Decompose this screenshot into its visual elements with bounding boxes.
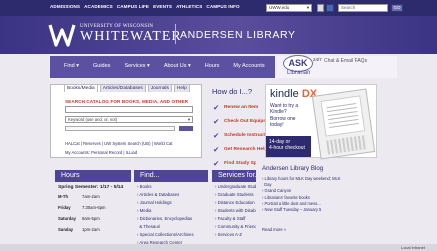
- find-item-articles[interactable]: › Articles & Databases: [137, 192, 194, 200]
- topnav-events[interactable]: EVENTS: [153, 4, 172, 9]
- nav-guides[interactable]: Guides: [93, 63, 110, 69]
- blog-item[interactable]: › New Stuff Tuesday – January 5: [262, 207, 341, 213]
- semester-label: Spring Semester: 1/17 - 5/14: [58, 185, 124, 190]
- hours-row: M-Th 7am-2am: [58, 194, 100, 199]
- kindle-keyboard: [326, 135, 368, 155]
- find-item-books[interactable]: › Books: [137, 184, 194, 192]
- catalog-tabs: Books/Media Articles/Databases Journals …: [64, 84, 190, 92]
- check-icon: ✔: [213, 158, 220, 168]
- tab-journals[interactable]: Journals: [147, 84, 172, 92]
- hours-row: Sunday 1pm-2am: [58, 227, 100, 232]
- search-input[interactable]: Search: [338, 4, 388, 12]
- ask-chat-links[interactable]: Chat & Email FAQs: [324, 58, 367, 64]
- catalog-search-input[interactable]: [65, 106, 193, 113]
- search-type-select[interactable]: Keyword (use and, or, not) ▼: [65, 116, 193, 123]
- chevron-down-icon: ▼: [187, 117, 191, 122]
- kindle-device-image: [311, 88, 376, 160]
- tab-books-media[interactable]: Books/Media: [64, 84, 98, 92]
- nav-services[interactable]: Services ▾: [124, 63, 149, 69]
- nav-find[interactable]: Find ▾: [64, 63, 79, 69]
- kindle-checkout-note: 14-day or 4-hour checkout: [266, 136, 311, 157]
- find-item-media[interactable]: › Media: [137, 208, 194, 216]
- kindle-screen: [320, 95, 366, 137]
- campus-select[interactable]: UWW.edu ▼: [266, 4, 312, 12]
- find-item-journals[interactable]: › Journal Holdings: [137, 200, 194, 208]
- nav-about-us[interactable]: About Us ▾: [164, 63, 191, 69]
- search-scope-library-button[interactable]: [326, 4, 334, 12]
- find-list: › Books › Articles & Databases › Journal…: [137, 184, 194, 248]
- campus-select-value: UWW.edu: [269, 5, 290, 10]
- my-accounts-links[interactable]: My Accounts: Personal Record | ILLiad: [65, 150, 137, 155]
- find-item-special-collections[interactable]: › Special Collections/Archives: [137, 232, 194, 240]
- catalog-submit-row: [65, 126, 193, 131]
- find-heading[interactable]: Find...: [134, 170, 208, 182]
- blog-title[interactable]: Andersen Library Blog: [262, 165, 323, 172]
- topnav-academics[interactable]: ACADEMICS: [84, 4, 113, 9]
- top-nav: ADMISSIONS ACADEMICS CAMPUS LIFE EVENTS …: [50, 4, 240, 9]
- hours-row: Saturday 9am-5pm: [58, 216, 100, 221]
- hours-row: Friday 7:30am-6pm: [58, 205, 106, 210]
- library-title[interactable]: ANDERSEN LIBRARY: [180, 29, 296, 41]
- nav-my-accounts[interactable]: My Accounts: [233, 63, 264, 69]
- check-icon: ✔: [213, 116, 220, 126]
- nav-hours[interactable]: Hours: [205, 63, 220, 69]
- ask-247: 24/7: [313, 57, 322, 62]
- topnav-campus-life[interactable]: CAMPUS LIFE: [117, 4, 149, 9]
- hours-heading[interactable]: Hours: [55, 170, 131, 182]
- chevron-down-icon: ▼: [306, 5, 310, 10]
- main-nav: Find ▾ Guides Services ▾ About Us ▾ Hour…: [50, 56, 275, 78]
- go-button[interactable]: GO: [391, 4, 403, 12]
- read-more-link[interactable]: Read more »: [262, 227, 286, 232]
- topnav-athletics[interactable]: ATHLETICS: [176, 4, 202, 9]
- check-icon: ✔: [213, 130, 220, 140]
- catalog-links[interactable]: HALCat | Reserves | UW System Search (UB…: [65, 141, 172, 146]
- catalog-extra-field[interactable]: [65, 126, 175, 131]
- kindle-text: Want to try a Kindle? Borrow one today!: [270, 103, 299, 129]
- hours-table: M-Th 7am-2am Friday 7:30am-6pm Saturday 9am…: [58, 194, 112, 238]
- kindle-logo: kindle DX: [270, 88, 318, 100]
- check-icon: ✔: [213, 102, 220, 112]
- uw-logo-icon[interactable]: [48, 22, 76, 48]
- blog-list: › Library hours for MLK Day weekend; MLK…: [262, 176, 341, 213]
- tab-help[interactable]: Help: [173, 84, 190, 92]
- catalog-search-label: SEARCH CATALOG FOR BOOKS, MEDIA, AND OTH…: [65, 99, 189, 104]
- catalog-search-button[interactable]: [179, 126, 193, 131]
- find-item-dictionaries[interactable]: › Dictionaries, Encyclopedias: [137, 216, 194, 224]
- howdoi-title: How do I...?: [212, 87, 253, 96]
- ask-librarian-label: Librarian: [287, 70, 311, 76]
- find-item-thesauri[interactable]: & Thesauri: [137, 224, 194, 232]
- status-zone: Local intranet: [400, 245, 425, 250]
- page: ADMISSIONS ACADEMICS CAMPUS LIFE EVENTS …: [0, 0, 437, 251]
- tab-articles-databases[interactable]: Articles/Databases: [99, 84, 146, 92]
- topnav-campus-info[interactable]: CAMPUS INFO: [206, 4, 239, 9]
- check-icon: ✔: [213, 144, 220, 154]
- status-bar: Local intranet: [0, 244, 437, 251]
- search-type-value: Keyword (use and, or, not): [68, 117, 118, 122]
- search-scope-button[interactable]: [317, 4, 324, 12]
- topnav-admissions[interactable]: ADMISSIONS: [50, 4, 80, 9]
- blog-item[interactable]: › Library hours for MLK Day weekend; MLK: [262, 176, 341, 182]
- header-divider: [175, 24, 176, 44]
- whitewater-title[interactable]: WHITEWATER: [80, 29, 182, 45]
